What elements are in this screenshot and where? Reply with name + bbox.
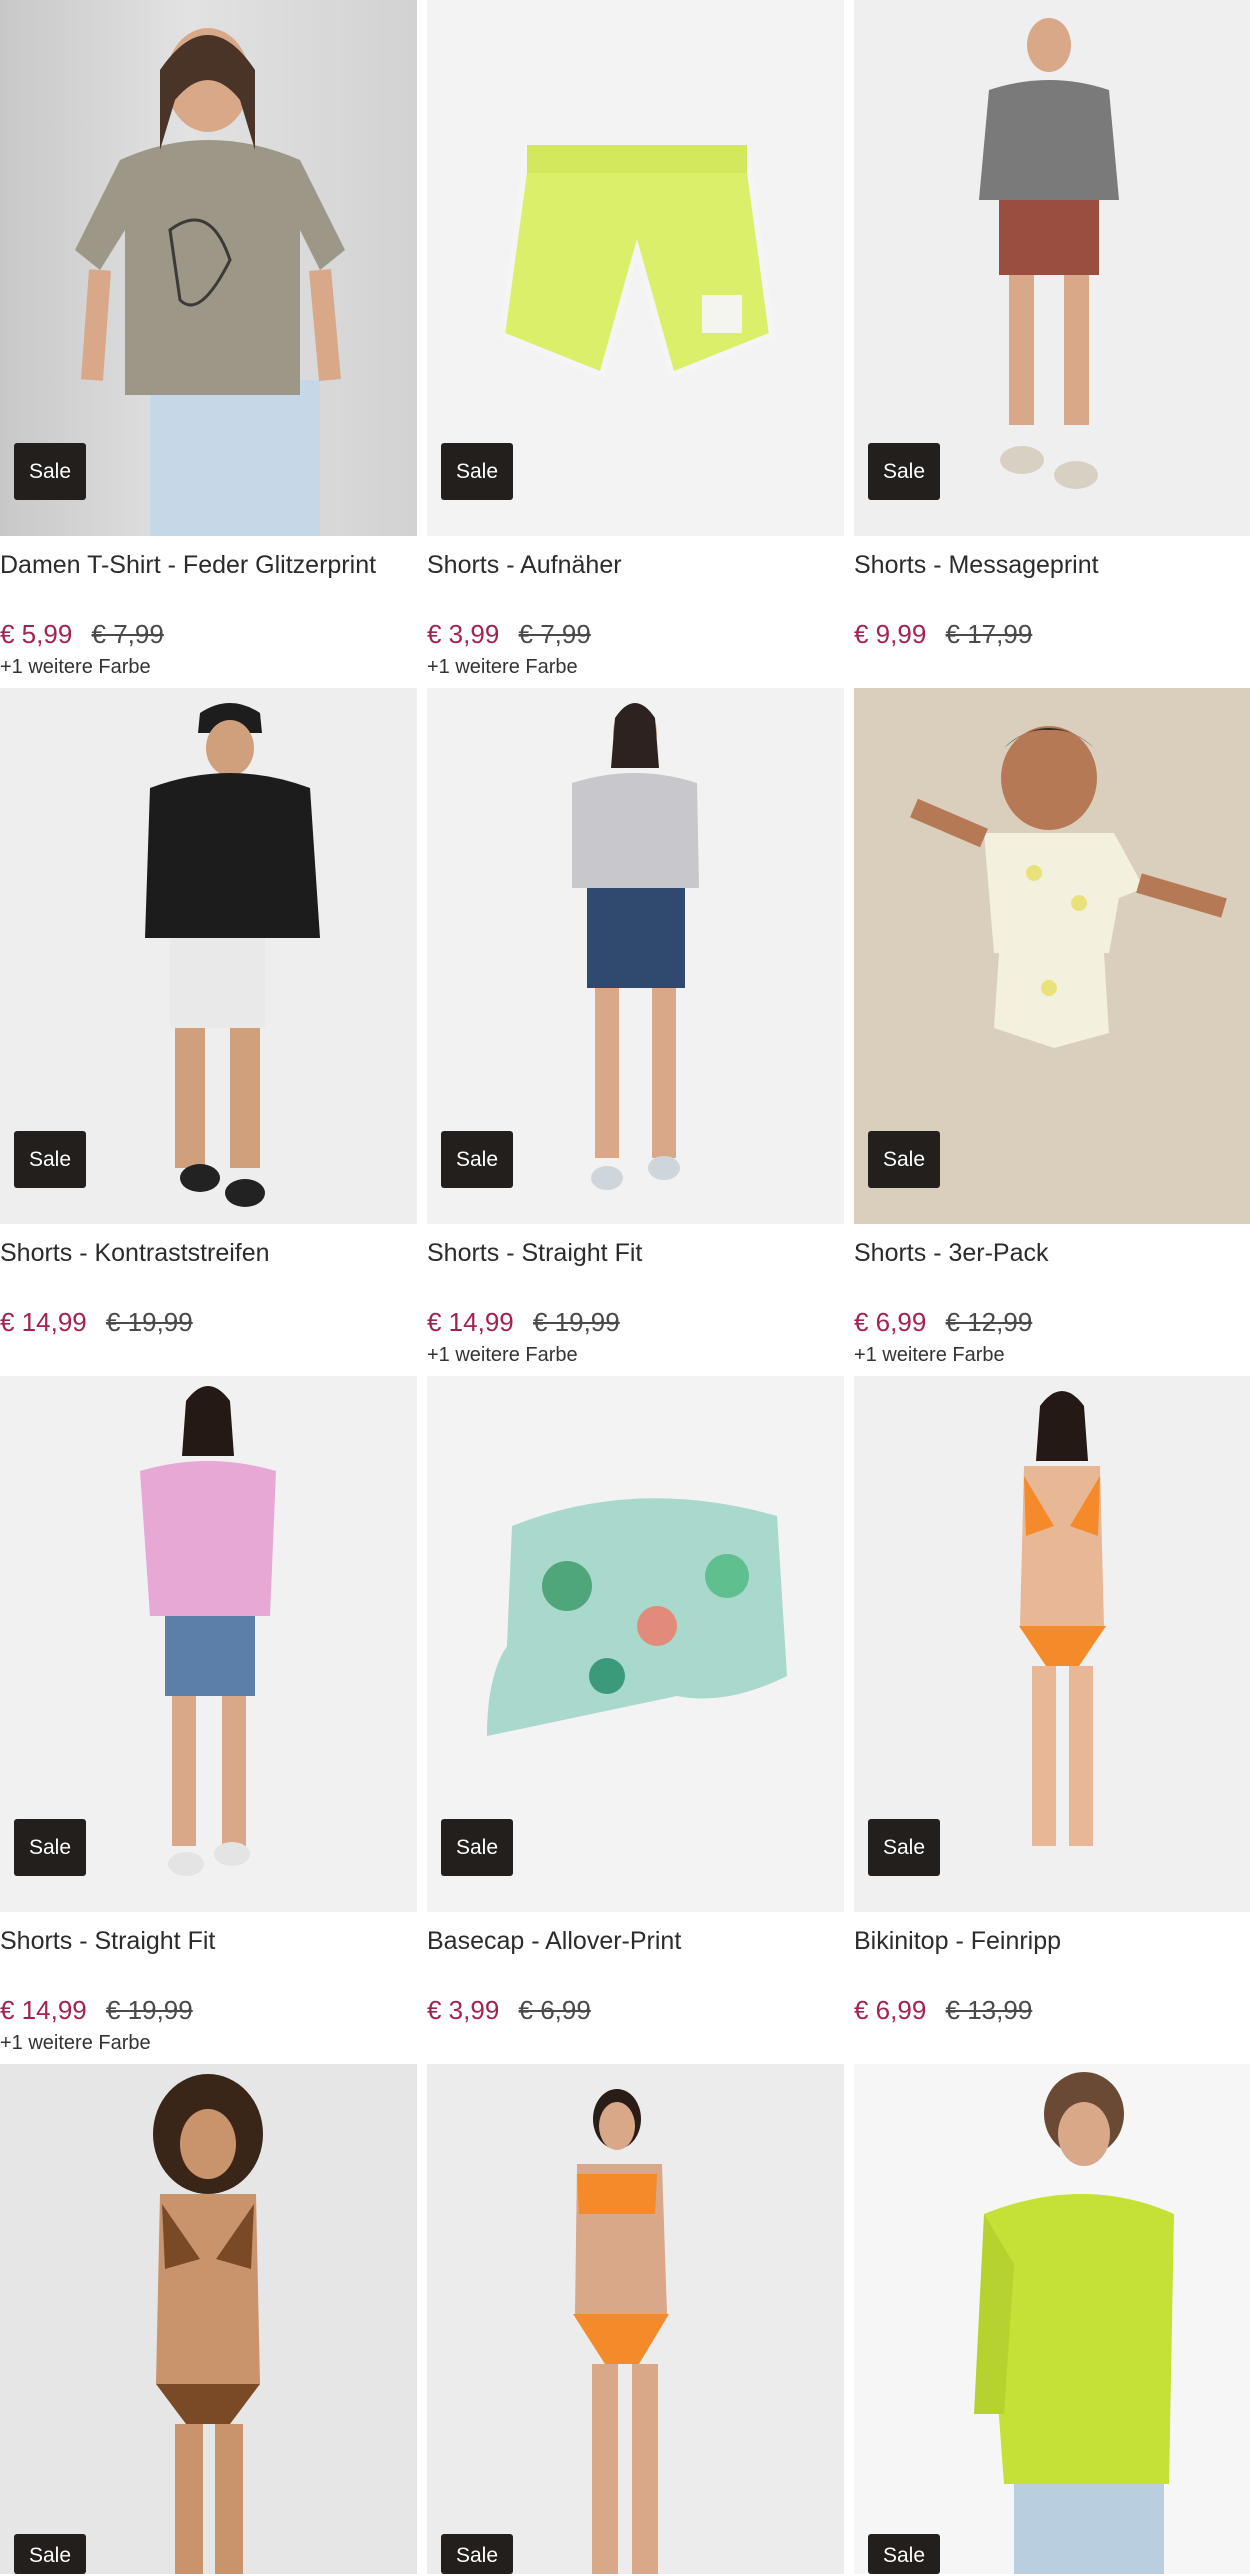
more-colors[interactable]: +1 weitere Farbe xyxy=(427,656,844,679)
product-image-hoodie-man[interactable]: Sale xyxy=(0,688,417,1224)
sale-badge: Sale xyxy=(14,2534,87,2574)
sale-badge: Sale xyxy=(14,1131,87,1188)
sale-badge: Sale xyxy=(14,443,87,500)
product-image-lime-knit-top[interactable]: Sale xyxy=(854,2064,1250,2574)
product-title[interactable]: Bikinitop - Feinripp xyxy=(854,1922,1250,1970)
product-card[interactable]: Sale xyxy=(854,2064,1250,2574)
more-colors[interactable]: +1 weitere Farbe xyxy=(854,1344,1250,1367)
original-price: € 6,99 xyxy=(518,1995,591,2025)
price-row: € 14,99 € 19,99 xyxy=(0,1992,417,2028)
original-price: € 17,99 xyxy=(945,619,1033,649)
sale-badge: Sale xyxy=(868,2534,941,2574)
original-price: € 19,99 xyxy=(105,1307,193,1337)
sale-badge: Sale xyxy=(441,2534,514,2574)
price-row: € 5,99 € 7,99 xyxy=(0,616,417,652)
sale-price: € 9,99 xyxy=(854,619,927,649)
original-price: € 19,99 xyxy=(532,1307,620,1337)
original-price: € 7,99 xyxy=(518,619,591,649)
more-colors[interactable]: +1 weitere Farbe xyxy=(427,1344,844,1367)
sale-badge: Sale xyxy=(441,443,514,500)
product-title[interactable]: Shorts - Kontraststreifen xyxy=(0,1234,417,1282)
product-grid-partial-row: Sale Sale Sale xyxy=(0,2064,1250,2574)
product-image-shorts-lime[interactable]: Sale xyxy=(427,0,844,536)
product-title[interactable]: Shorts - Messageprint xyxy=(854,546,1250,594)
product-image-shorts-man[interactable]: Sale xyxy=(854,0,1250,536)
product-title[interactable]: Damen T-Shirt - Feder Glitzerprint xyxy=(0,546,417,594)
product-grid: Sale Damen T-Shirt - Feder Glitzerprint … xyxy=(0,0,1250,2064)
sale-price: € 14,99 xyxy=(427,1307,514,1337)
sale-badge: Sale xyxy=(441,1819,514,1876)
product-title[interactable]: Shorts - Straight Fit xyxy=(0,1922,417,1970)
product-title[interactable]: Shorts - 3er-Pack xyxy=(854,1234,1250,1282)
sale-badge: Sale xyxy=(14,1819,87,1876)
product-image-bikini-animal-print[interactable]: Sale xyxy=(0,2064,417,2574)
sale-price: € 3,99 xyxy=(427,619,500,649)
product-card[interactable]: Sale Shorts - Messageprint € 9,99 € 17,9… xyxy=(854,0,1250,688)
product-title[interactable]: Basecap - Allover-Print xyxy=(427,1922,844,1970)
price-row: € 9,99 € 17,99 xyxy=(854,616,1250,652)
product-image-basecap[interactable]: Sale xyxy=(427,1376,844,1912)
original-price: € 19,99 xyxy=(105,1995,193,2025)
sale-badge: Sale xyxy=(868,443,941,500)
product-title[interactable]: Shorts - Aufnäher xyxy=(427,546,844,594)
more-colors[interactable]: +1 weitere Farbe xyxy=(0,2032,417,2055)
price-row: € 14,99 € 19,99 xyxy=(427,1304,844,1340)
original-price: € 13,99 xyxy=(945,1995,1033,2025)
original-price: € 12,99 xyxy=(945,1307,1033,1337)
sale-badge: Sale xyxy=(868,1131,941,1188)
product-image-pink-tee-woman[interactable]: Sale xyxy=(0,1376,417,1912)
sale-badge: Sale xyxy=(868,1819,941,1876)
price-row: € 3,99 € 7,99 xyxy=(427,616,844,652)
sale-price: € 6,99 xyxy=(854,1995,927,2025)
sale-price: € 6,99 xyxy=(854,1307,927,1337)
sale-price: € 14,99 xyxy=(0,1995,87,2025)
price-row: € 6,99 € 13,99 xyxy=(854,1992,1250,2028)
product-card[interactable]: Sale xyxy=(427,2064,844,2574)
product-image-denim-shorts-woman[interactable]: Sale xyxy=(427,688,844,1224)
product-card[interactable]: Sale Shorts - Straight Fit € 14,99 € 19,… xyxy=(0,1376,417,2064)
more-colors[interactable]: +1 weitere Farbe xyxy=(0,656,417,679)
product-image-baby-set[interactable]: Sale xyxy=(854,688,1250,1224)
product-title[interactable]: Shorts - Straight Fit xyxy=(427,1234,844,1282)
product-image-bikini-orange-2[interactable]: Sale xyxy=(427,2064,844,2574)
product-card[interactable]: Sale Shorts - Straight Fit € 14,99 € 19,… xyxy=(427,688,844,1376)
product-card[interactable]: Sale Shorts - Aufnäher € 3,99 € 7,99 +1 … xyxy=(427,0,844,688)
product-card[interactable]: Sale Damen T-Shirt - Feder Glitzerprint … xyxy=(0,0,417,688)
product-image-tshirt-woman[interactable]: Sale xyxy=(0,0,417,536)
sale-badge: Sale xyxy=(441,1131,514,1188)
product-card[interactable]: Sale Shorts - Kontraststreifen € 14,99 €… xyxy=(0,688,417,1376)
original-price: € 7,99 xyxy=(91,619,164,649)
product-card[interactable]: Sale xyxy=(0,2064,417,2574)
product-image-bikini-orange[interactable]: Sale xyxy=(854,1376,1250,1912)
sale-price: € 3,99 xyxy=(427,1995,500,2025)
price-row: € 14,99 € 19,99 xyxy=(0,1304,417,1340)
product-card[interactable]: Sale Basecap - Allover-Print € 3,99 € 6,… xyxy=(427,1376,844,2064)
sale-price: € 14,99 xyxy=(0,1307,87,1337)
sale-price: € 5,99 xyxy=(0,619,73,649)
price-row: € 3,99 € 6,99 xyxy=(427,1992,844,2028)
product-card[interactable]: Sale Bikinitop - Feinripp € 6,99 € 13,99 xyxy=(854,1376,1250,2064)
product-card[interactable]: Sale Shorts - 3er-Pack € 6,99 € 12,99 +1… xyxy=(854,688,1250,1376)
price-row: € 6,99 € 12,99 xyxy=(854,1304,1250,1340)
